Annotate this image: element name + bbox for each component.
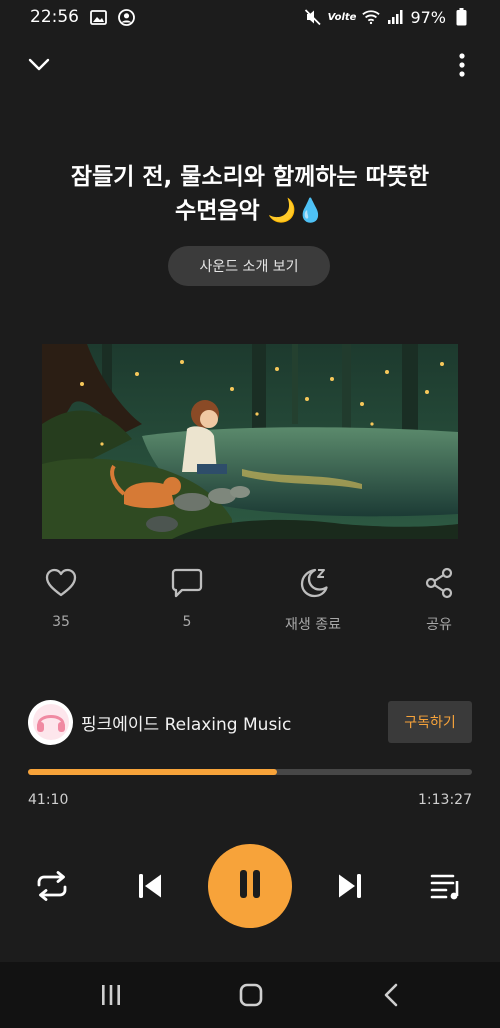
system-nav-bar — [0, 962, 500, 1028]
comment-count: 5 — [182, 614, 192, 630]
sleep-timer-icon — [296, 566, 330, 604]
account-circle-icon — [117, 8, 135, 26]
mute-icon — [304, 8, 322, 26]
repeat-icon[interactable] — [32, 866, 72, 906]
share-icon — [422, 566, 456, 604]
channel-avatar[interactable] — [28, 699, 73, 745]
channel-name[interactable]: 핑크에이드 Relaxing Music — [81, 710, 291, 735]
status-time: 22:56 — [30, 7, 79, 27]
network-label: Volte — [327, 11, 357, 23]
status-bar: 22:56 Volte 97% — [0, 0, 500, 34]
pause-button[interactable] — [208, 844, 292, 928]
home-icon[interactable] — [231, 978, 271, 1012]
channel-row: 핑크에이드 Relaxing Music 구독하기 — [28, 699, 472, 745]
playlist-icon[interactable] — [426, 866, 466, 906]
like-action[interactable]: 35 — [16, 566, 106, 630]
actions-row: 35 5 재생 종료 공유 — [0, 566, 500, 636]
progress-fill — [28, 769, 277, 775]
share-label: 공유 — [426, 617, 452, 633]
comment-icon — [170, 566, 204, 604]
recent-apps-icon[interactable] — [91, 978, 131, 1012]
more-vert-icon[interactable] — [448, 50, 476, 80]
pause-icon — [235, 868, 265, 904]
signal-icon — [386, 8, 404, 26]
subscribe-button[interactable]: 구독하기 — [388, 701, 472, 743]
heart-icon — [44, 566, 78, 604]
share-action[interactable]: 공유 — [394, 566, 484, 634]
track-title: 잠들기 전, 물소리와 함께하는 따뜻한 수면음악 🌙💧 — [40, 160, 460, 228]
sleep-timer-label: 재생 종료 — [285, 617, 341, 633]
like-count: 35 — [52, 614, 70, 630]
chevron-down-icon[interactable] — [24, 50, 54, 80]
battery-icon — [452, 8, 470, 26]
wifi-icon — [362, 8, 381, 26]
skip-previous-icon[interactable] — [130, 868, 170, 904]
player-top-bar — [0, 44, 500, 84]
track-title-line-1: 잠들기 전, 물소리와 함께하는 따뜻한 — [70, 164, 430, 190]
album-art — [42, 344, 458, 539]
sleep-timer-action[interactable]: 재생 종료 — [268, 566, 358, 634]
progress-bar[interactable] — [28, 769, 472, 775]
comment-action[interactable]: 5 — [142, 566, 232, 630]
playback-controls — [0, 844, 500, 928]
track-title-line-2: 수면음악 🌙💧 — [175, 198, 325, 224]
battery-percent: 97% — [410, 7, 446, 27]
sound-intro-button[interactable]: 사운드 소개 보기 — [168, 246, 330, 286]
back-icon[interactable] — [371, 978, 411, 1012]
skip-next-icon[interactable] — [330, 868, 370, 904]
current-time: 41:10 — [28, 792, 69, 808]
gallery-icon — [89, 8, 107, 26]
total-time: 1:13:27 — [418, 792, 472, 808]
